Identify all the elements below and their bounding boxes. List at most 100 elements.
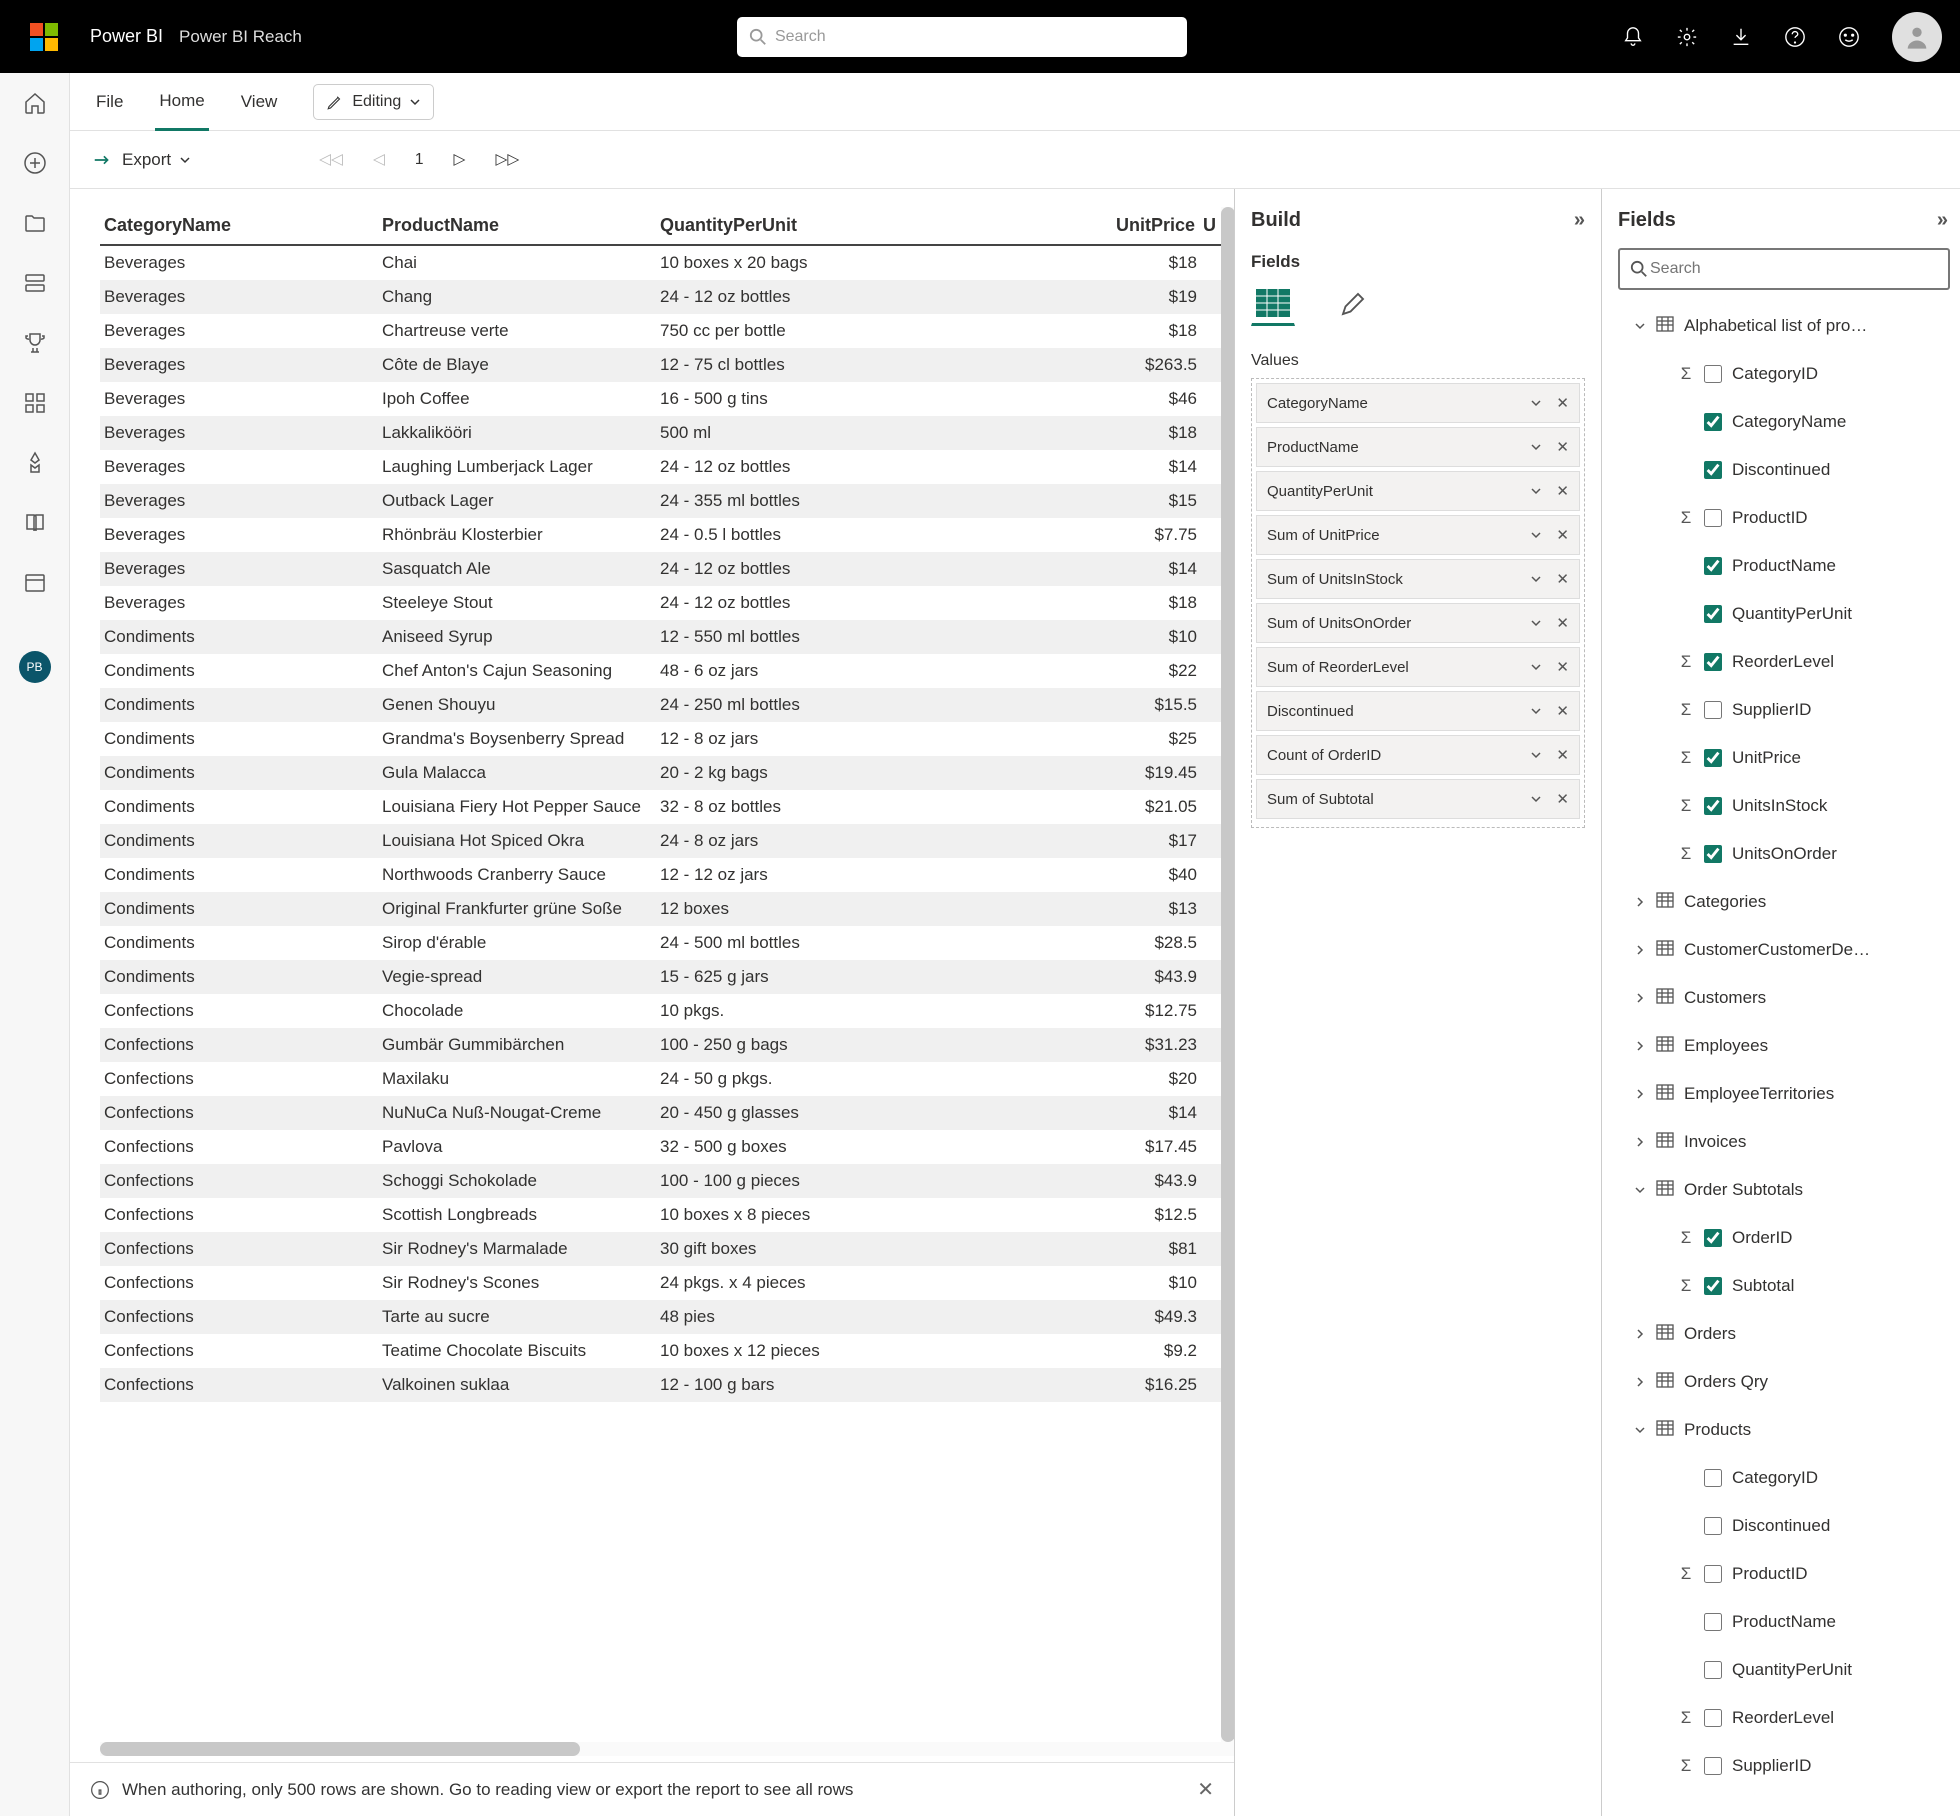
field-item[interactable]: ProductName <box>1618 542 1954 590</box>
field-checkbox[interactable] <box>1704 845 1722 863</box>
expand-icon[interactable] <box>1628 1184 1652 1196</box>
table-row[interactable]: BeveragesLaughing Lumberjack Lager24 - 1… <box>100 450 1234 484</box>
chevron-down-icon[interactable] <box>1530 441 1542 453</box>
table-row[interactable]: BeveragesChang24 - 12 oz bottles$19 <box>100 280 1234 314</box>
table-row[interactable]: CondimentsGula Malacca20 - 2 kg bags$19.… <box>100 756 1234 790</box>
pager-last-icon[interactable]: ▷▷ <box>495 150 519 169</box>
field-item[interactable]: Discontinued <box>1618 446 1954 494</box>
remove-pill-icon[interactable]: ✕ <box>1556 746 1569 764</box>
field-item[interactable]: ΣReorderLevel <box>1618 638 1954 686</box>
field-table-node[interactable]: EmployeeTerritories <box>1618 1070 1954 1118</box>
table-row[interactable]: ConfectionsTeatime Chocolate Biscuits10 … <box>100 1334 1234 1368</box>
home-rail-icon[interactable] <box>23 91 47 115</box>
field-table-node[interactable]: Alphabetical list of pro… <box>1618 302 1954 350</box>
table-row[interactable]: ConfectionsNuNuCa Nuß-Nougat-Creme20 - 4… <box>100 1096 1234 1130</box>
chevron-down-icon[interactable] <box>1530 485 1542 497</box>
field-checkbox[interactable] <box>1704 1565 1722 1583</box>
fields-search-input[interactable] <box>1648 259 1938 279</box>
field-item[interactable]: ΣProductID <box>1618 494 1954 542</box>
field-item[interactable]: Discontinued <box>1618 1502 1954 1550</box>
table-row[interactable]: ConfectionsMaxilaku24 - 50 g pkgs.$20 <box>100 1062 1234 1096</box>
value-pill[interactable]: Sum of UnitPrice✕ <box>1256 515 1580 555</box>
expand-icon[interactable] <box>1628 1040 1652 1052</box>
field-item[interactable]: CategoryID <box>1618 1454 1954 1502</box>
table-row[interactable]: CondimentsLouisiana Fiery Hot Pepper Sau… <box>100 790 1234 824</box>
field-item[interactable]: ΣUnitPrice <box>1618 734 1954 782</box>
chevron-down-icon[interactable] <box>1530 529 1542 541</box>
table-row[interactable]: ConfectionsTarte au sucre48 pies$49.3 <box>100 1300 1234 1334</box>
table-row[interactable]: ConfectionsPavlova32 - 500 g boxes$17.45 <box>100 1130 1234 1164</box>
settings-icon[interactable] <box>1676 26 1698 48</box>
expand-icon[interactable] <box>1628 320 1652 332</box>
tab-view[interactable]: View <box>237 73 282 130</box>
chevron-down-icon[interactable] <box>1530 661 1542 673</box>
value-pill[interactable]: Sum of Subtotal✕ <box>1256 779 1580 819</box>
collapse-build-icon[interactable]: » <box>1574 209 1585 232</box>
expand-icon[interactable] <box>1628 1328 1652 1340</box>
table-row[interactable]: CondimentsGenen Shouyu24 - 250 ml bottle… <box>100 688 1234 722</box>
field-checkbox[interactable] <box>1704 1709 1722 1727</box>
fields-search[interactable] <box>1618 248 1950 290</box>
field-item[interactable]: ΣUnitsInStock <box>1618 782 1954 830</box>
export-button[interactable]: Export <box>92 149 191 171</box>
field-checkbox[interactable] <box>1704 413 1722 431</box>
table-row[interactable]: CondimentsOriginal Frankfurter grüne Soß… <box>100 892 1234 926</box>
remove-pill-icon[interactable]: ✕ <box>1556 394 1569 412</box>
field-checkbox[interactable] <box>1704 1469 1722 1487</box>
table-row[interactable]: BeveragesLakkalikööri500 ml$18 <box>100 416 1234 450</box>
apps-rail-icon[interactable] <box>23 391 47 415</box>
expand-icon[interactable] <box>1628 1088 1652 1100</box>
field-table-node[interactable]: Categories <box>1618 878 1954 926</box>
deployment-rail-icon[interactable] <box>23 451 47 475</box>
table-row[interactable]: ConfectionsSir Rodney's Scones24 pkgs. x… <box>100 1266 1234 1300</box>
field-table-node[interactable]: Orders <box>1618 1310 1954 1358</box>
field-item[interactable]: ΣProductID <box>1618 1550 1954 1598</box>
table-row[interactable]: ConfectionsGumbär Gummibärchen100 - 250 … <box>100 1028 1234 1062</box>
column-header[interactable]: QuantityPerUnit <box>656 207 934 245</box>
field-checkbox[interactable] <box>1704 1517 1722 1535</box>
field-checkbox[interactable] <box>1704 749 1722 767</box>
field-item[interactable]: ΣUnitsOnOrder <box>1618 830 1954 878</box>
field-table-node[interactable]: Employees <box>1618 1022 1954 1070</box>
field-checkbox[interactable] <box>1704 1229 1722 1247</box>
breadcrumb[interactable]: Power BI Reach <box>179 27 302 47</box>
values-well[interactable]: CategoryName✕ProductName✕QuantityPerUnit… <box>1251 378 1585 828</box>
table-row[interactable]: BeveragesOutback Lager24 - 355 ml bottle… <box>100 484 1234 518</box>
remove-pill-icon[interactable]: ✕ <box>1556 526 1569 544</box>
table-row[interactable]: BeveragesSteeleye Stout24 - 12 oz bottle… <box>100 586 1234 620</box>
create-rail-icon[interactable] <box>23 151 47 175</box>
field-checkbox[interactable] <box>1704 605 1722 623</box>
chevron-down-icon[interactable] <box>1530 617 1542 629</box>
table-row[interactable]: BeveragesIpoh Coffee16 - 500 g tins$46 <box>100 382 1234 416</box>
field-item[interactable]: ΣReorderLevel <box>1618 1694 1954 1742</box>
expand-icon[interactable] <box>1628 896 1652 908</box>
download-icon[interactable] <box>1730 26 1752 48</box>
notifications-icon[interactable] <box>1622 26 1644 48</box>
pager-first-icon[interactable]: ◁◁ <box>319 150 343 169</box>
table-row[interactable]: ConfectionsScottish Longbreads10 boxes x… <box>100 1198 1234 1232</box>
account-avatar[interactable] <box>1892 12 1942 62</box>
field-item[interactable]: ΣSubtotal <box>1618 1262 1954 1310</box>
table-row[interactable]: CondimentsLouisiana Hot Spiced Okra24 - … <box>100 824 1234 858</box>
column-header[interactable]: UnitPrice <box>934 207 1199 245</box>
value-pill[interactable]: QuantityPerUnit✕ <box>1256 471 1580 511</box>
remove-pill-icon[interactable]: ✕ <box>1556 702 1569 720</box>
pager-next-icon[interactable]: ▷ <box>454 150 466 169</box>
field-checkbox[interactable] <box>1704 365 1722 383</box>
remove-pill-icon[interactable]: ✕ <box>1556 482 1569 500</box>
value-pill[interactable]: Sum of ReorderLevel✕ <box>1256 647 1580 687</box>
workspace-badge[interactable]: PB <box>19 651 51 683</box>
field-table-node[interactable]: Customers <box>1618 974 1954 1022</box>
field-checkbox[interactable] <box>1704 1277 1722 1295</box>
chevron-down-icon[interactable] <box>1530 793 1542 805</box>
table-row[interactable]: ConfectionsSir Rodney's Marmalade30 gift… <box>100 1232 1234 1266</box>
field-checkbox[interactable] <box>1704 1757 1722 1775</box>
table-row[interactable]: CondimentsSirop d'érable24 - 500 ml bott… <box>100 926 1234 960</box>
chevron-down-icon[interactable] <box>1530 397 1542 409</box>
expand-icon[interactable] <box>1628 944 1652 956</box>
expand-icon[interactable] <box>1628 1424 1652 1436</box>
table-row[interactable]: CondimentsChef Anton's Cajun Seasoning48… <box>100 654 1234 688</box>
table-row[interactable]: BeveragesChartreuse verte750 cc per bott… <box>100 314 1234 348</box>
field-checkbox[interactable] <box>1704 797 1722 815</box>
feedback-icon[interactable] <box>1838 26 1860 48</box>
